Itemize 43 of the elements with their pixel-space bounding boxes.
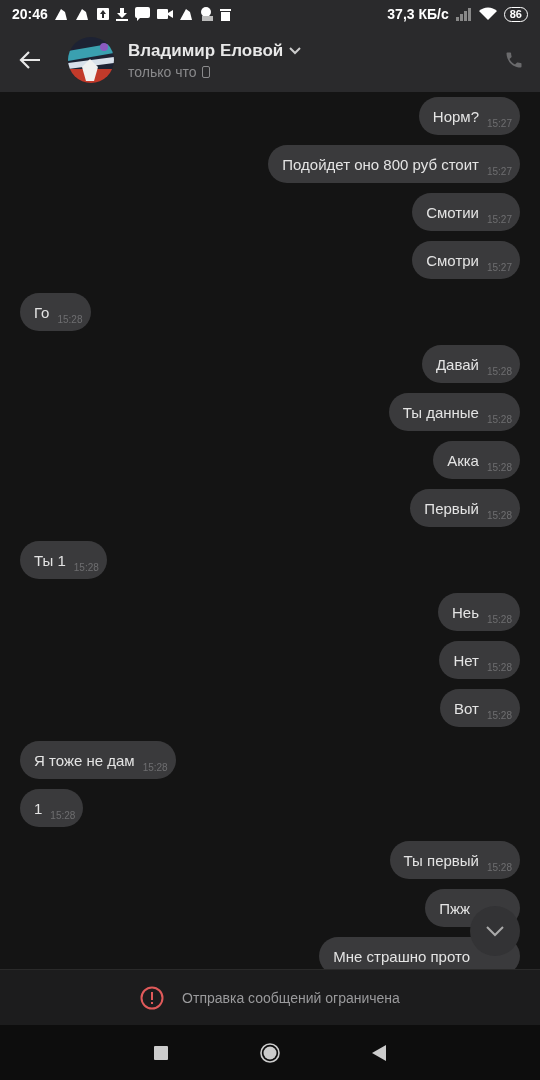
upload-icon <box>96 8 109 20</box>
message-text: Смотри <box>426 251 479 269</box>
message-text: Ты данные <box>402 403 479 421</box>
message-text: Давай <box>435 355 479 373</box>
message-text: 1 <box>34 799 43 817</box>
message-text: Нет <box>453 651 479 669</box>
chevron-down-icon <box>289 46 302 55</box>
contact-name[interactable]: Владимир Еловой <box>128 40 284 61</box>
message-text: Первый <box>424 499 479 517</box>
phone-device-icon <box>201 65 210 78</box>
message-text: Го <box>34 303 50 321</box>
message-alert-icon <box>134 7 150 21</box>
message-text: Неь <box>451 603 479 621</box>
recents-button[interactable] <box>154 1045 168 1060</box>
broom-icon <box>54 7 69 21</box>
message-text: Я тоже не дам <box>34 751 135 769</box>
last-seen: только что <box>128 63 197 80</box>
restriction-notice: Отправка сообщений ограничена <box>182 989 400 1006</box>
signal-icon <box>455 7 472 21</box>
message-text: Ты 1 <box>34 551 66 569</box>
message-text: Вот <box>454 699 479 717</box>
message-text: Норм? <box>432 107 479 125</box>
trash-icon <box>219 7 231 21</box>
back-nav-button[interactable] <box>372 1044 386 1061</box>
message-text: Мне страшно прото <box>333 947 470 965</box>
broom-icon <box>75 7 90 21</box>
message-text: Пжж <box>439 899 470 917</box>
broom-icon <box>179 7 194 21</box>
warning-icon <box>140 985 165 1010</box>
call-button[interactable] <box>504 50 524 70</box>
message-text: Подойдет оно 800 руб стоит <box>282 155 479 173</box>
message-text: Ты первый <box>403 851 479 869</box>
back-button[interactable] <box>18 50 42 70</box>
home-button[interactable] <box>260 1042 280 1063</box>
wifi-icon <box>478 7 497 21</box>
network-speed: 37,3 КБ/с <box>387 6 449 22</box>
message-text: Смотии <box>426 203 479 221</box>
download-icon <box>115 7 128 21</box>
video-camera-icon <box>156 9 173 19</box>
avatar[interactable] <box>68 37 114 83</box>
message-text: Акка <box>447 451 479 469</box>
chevron-down-icon <box>485 925 505 937</box>
clock: 20:46 <box>12 6 48 22</box>
